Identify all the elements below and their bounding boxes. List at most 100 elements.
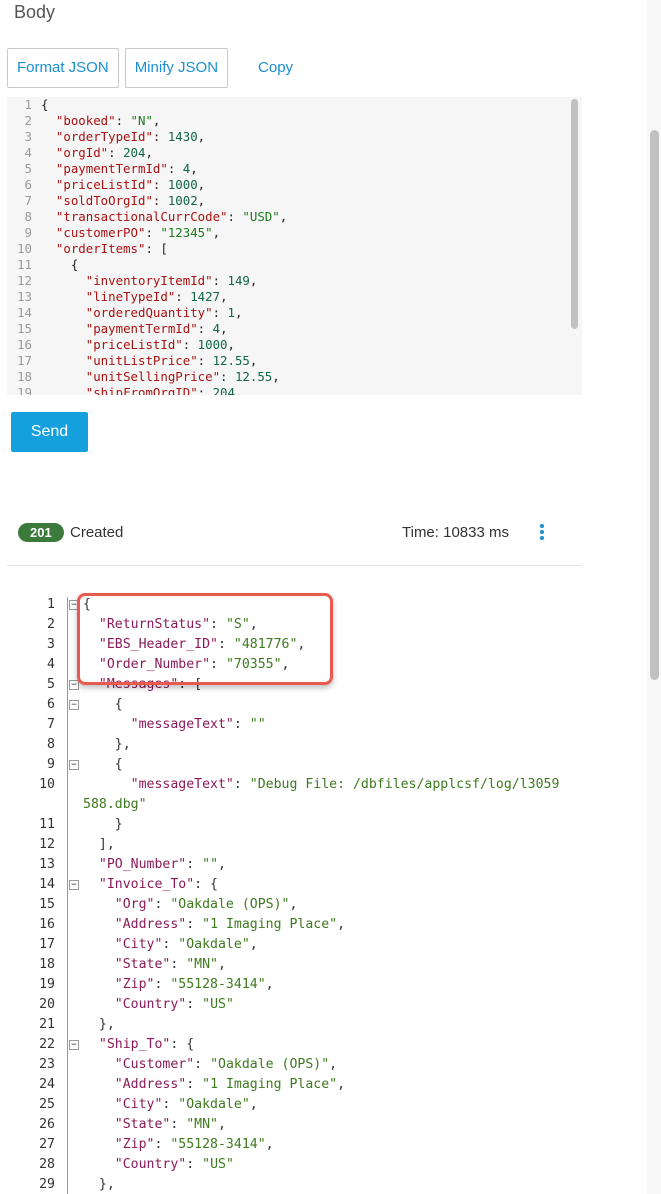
line-number: 11 xyxy=(39,817,55,832)
line-number: 26 xyxy=(39,1117,55,1132)
line-number: 11 xyxy=(17,257,32,272)
code-text: { xyxy=(83,597,91,612)
line-number: 4 xyxy=(24,145,32,160)
collapse-minus-icon[interactable]: − xyxy=(69,600,79,610)
response-line: 24 "Address": "1 Imaging Place", xyxy=(7,1075,577,1095)
line-number: 12 xyxy=(17,273,32,288)
request-line: 18 "unitSellingPrice": 12.55, xyxy=(7,369,582,385)
response-line: 8 }, xyxy=(7,735,577,755)
code-text: "priceListId": 1000, xyxy=(55,177,206,192)
code-text: "State": "MN", xyxy=(114,957,226,972)
code-text: }, xyxy=(83,737,131,752)
collapse-minus-icon[interactable]: − xyxy=(69,880,79,890)
page-scrollbar[interactable] xyxy=(650,130,659,680)
code-text: "orgId": 204, xyxy=(55,145,153,160)
line-number: 20 xyxy=(39,997,55,1012)
code-text: { xyxy=(83,757,123,772)
code-text: "Customer": "Oakdale (OPS)", xyxy=(114,1057,338,1072)
request-line: 7 "soldToOrgId": 1002, xyxy=(7,193,582,209)
code-text: "EBS_Header_ID": "481776", xyxy=(98,637,306,652)
response-line: 28 "Country": "US" xyxy=(7,1155,577,1175)
code-text: 588.dbg" xyxy=(83,797,147,812)
line-number: 4 xyxy=(47,657,55,672)
response-line: 17 "City": "Oakdale", xyxy=(7,935,577,955)
line-number: 5 xyxy=(47,677,55,692)
line-number: 3 xyxy=(47,637,55,652)
body-toolbar: Format JSON Minify JSON Copy xyxy=(7,48,293,88)
request-line: 15 "paymentTermId": 4, xyxy=(7,321,582,337)
request-line: 6 "priceListId": 1000, xyxy=(7,177,582,193)
line-number: 8 xyxy=(47,737,55,752)
request-line: 16 "priceListId": 1000, xyxy=(7,337,582,353)
collapse-minus-icon[interactable]: − xyxy=(69,680,79,690)
request-line: 5 "paymentTermId": 4, xyxy=(7,161,582,177)
response-line: 19 "Zip": "55128-3414", xyxy=(7,975,577,995)
line-number: 2 xyxy=(24,113,32,128)
line-number: 24 xyxy=(39,1077,55,1092)
line-number: 18 xyxy=(39,957,55,972)
kebab-menu-icon[interactable] xyxy=(538,523,546,541)
code-text: "transactionalCurrCode": "USD", xyxy=(55,209,288,224)
code-text: "booked": "N", xyxy=(55,113,161,128)
response-line: 1 −{ xyxy=(7,595,577,615)
request-line: 14 "orderedQuantity": 1, xyxy=(7,305,582,321)
request-body-editor[interactable]: 1{2 "booked": "N", 3 "orderTypeId": 1430,… xyxy=(7,97,582,395)
line-number: 13 xyxy=(17,289,32,304)
code-text: "Messages": [ xyxy=(98,677,203,692)
request-line: 19 "shipFromOrgID": 204, xyxy=(7,385,582,395)
response-line: 12 ], xyxy=(7,835,577,855)
line-number: 23 xyxy=(39,1057,55,1072)
response-line: 9 − { xyxy=(7,755,577,775)
request-line: 17 "unitListPrice": 12.55, xyxy=(7,353,582,369)
code-text: "customerPO": "12345", xyxy=(55,225,221,240)
response-line: 4 "Order_Number": "70355", xyxy=(7,655,577,675)
line-number: 7 xyxy=(47,717,55,732)
code-text: "unitListPrice": 12.55, xyxy=(85,353,258,368)
response-line: 3 "EBS_Header_ID": "481776", xyxy=(7,635,577,655)
response-line: 22 − "Ship_To": { xyxy=(7,1035,577,1055)
request-line: 8 "transactionalCurrCode": "USD", xyxy=(7,209,582,225)
response-line: 6 − { xyxy=(7,695,577,715)
format-json-button[interactable]: Format JSON xyxy=(7,48,119,88)
response-line: 20 "Country": "US" xyxy=(7,995,577,1015)
code-text: "priceListId": 1000, xyxy=(85,337,235,352)
line-number: 27 xyxy=(39,1137,55,1152)
line-number: 16 xyxy=(17,337,32,352)
code-text: "paymentTermId": 4, xyxy=(85,321,228,336)
line-number: 14 xyxy=(17,305,32,320)
response-line: 16 "Address": "1 Imaging Place", xyxy=(7,915,577,935)
code-text: "Country": "US" xyxy=(114,997,234,1012)
line-number: 8 xyxy=(24,209,32,224)
minify-json-button[interactable]: Minify JSON xyxy=(124,48,229,88)
code-text: "Ship_To": { xyxy=(98,1037,195,1052)
collapse-minus-icon[interactable]: − xyxy=(69,760,79,770)
line-number: 10 xyxy=(17,241,32,256)
request-line: 11 { xyxy=(7,257,582,273)
code-text: "Zip": "55128-3414", xyxy=(114,977,274,992)
code-text: "State": "MN", xyxy=(114,1117,226,1132)
editor-scrollbar[interactable] xyxy=(571,99,578,329)
line-number: 9 xyxy=(24,225,32,240)
code-text: "orderTypeId": 1430, xyxy=(55,129,206,144)
line-number: 19 xyxy=(39,977,55,992)
response-line: 7 "messageText": "" xyxy=(7,715,577,735)
collapse-minus-icon[interactable]: − xyxy=(69,700,79,710)
request-line: 4 "orgId": 204, xyxy=(7,145,582,161)
line-number: 17 xyxy=(17,353,32,368)
response-line: 15 "Org": "Oakdale (OPS)", xyxy=(7,895,577,915)
code-text: "City": "Oakdale", xyxy=(114,937,258,952)
copy-link[interactable]: Copy xyxy=(258,48,293,88)
collapse-minus-icon[interactable]: − xyxy=(69,1040,79,1050)
line-number: 28 xyxy=(39,1157,55,1172)
line-number: 5 xyxy=(24,161,32,176)
line-number: 17 xyxy=(39,937,55,952)
line-number: 18 xyxy=(17,369,32,384)
response-line: 13 "PO_Number": "", xyxy=(7,855,577,875)
send-button[interactable]: Send xyxy=(11,412,88,452)
status-code-badge: 201 xyxy=(18,523,64,542)
response-line: 18 "State": "MN", xyxy=(7,955,577,975)
request-line: 10 "orderItems": [ xyxy=(7,241,582,257)
request-line: 13 "lineTypeId": 1427, xyxy=(7,289,582,305)
code-text: "inventoryItemId": 149, xyxy=(85,273,258,288)
line-number: 3 xyxy=(24,129,32,144)
